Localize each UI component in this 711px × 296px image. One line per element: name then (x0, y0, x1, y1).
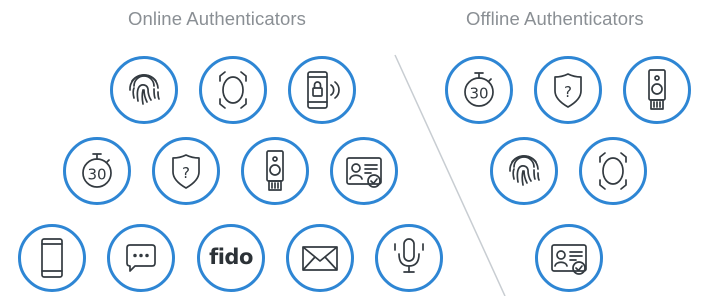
online-usb-key (241, 137, 309, 205)
online-otp-timer: 30 (63, 137, 131, 205)
face-recognition-icon (599, 152, 627, 190)
fingerprint-icon (129, 74, 160, 105)
online-email (286, 224, 354, 292)
online-security-question: ? (152, 137, 220, 205)
id-card-verified-icon (551, 244, 587, 275)
chat-message-icon (126, 244, 156, 272)
online-authenticators-heading: Online Authenticators (128, 8, 306, 29)
question-mark-label: ? (182, 164, 190, 182)
online-phone-lock (288, 56, 356, 124)
timer-30-icon: 30 (82, 153, 112, 188)
voice-microphone-icon (394, 238, 424, 273)
question-mark-label: ? (564, 83, 572, 101)
online-face-recognition (199, 56, 267, 124)
fingerprint-icon (509, 155, 540, 186)
offline-otp-timer: 30 (445, 56, 513, 124)
email-icon (302, 246, 338, 271)
online-id-card (330, 137, 398, 205)
phone-lock-signal-icon (307, 71, 340, 109)
online-fingerprint (110, 56, 178, 124)
face-recognition-icon (219, 71, 247, 109)
shield-question-icon: ? (172, 154, 200, 189)
timer-30-icon: 30 (464, 72, 494, 107)
timer-label: 30 (469, 85, 488, 103)
online-chat-message (107, 224, 175, 292)
offline-usb-key (623, 56, 691, 124)
online-smartphone (18, 224, 86, 292)
usb-security-key-icon (266, 150, 284, 191)
smartphone-icon (41, 238, 63, 278)
offline-security-question: ? (534, 56, 602, 124)
online-fido: fido (197, 224, 265, 292)
offline-id-card (535, 224, 603, 292)
timer-label: 30 (87, 166, 106, 184)
online-voice (375, 224, 443, 292)
id-card-verified-icon (346, 157, 382, 188)
shield-question-icon: ? (554, 73, 582, 108)
offline-authenticators-heading: Offline Authenticators (466, 8, 644, 29)
usb-security-key-icon (648, 69, 666, 110)
offline-fingerprint (490, 137, 558, 205)
fido-logo-icon: fido (209, 245, 253, 269)
offline-face-recognition (579, 137, 647, 205)
